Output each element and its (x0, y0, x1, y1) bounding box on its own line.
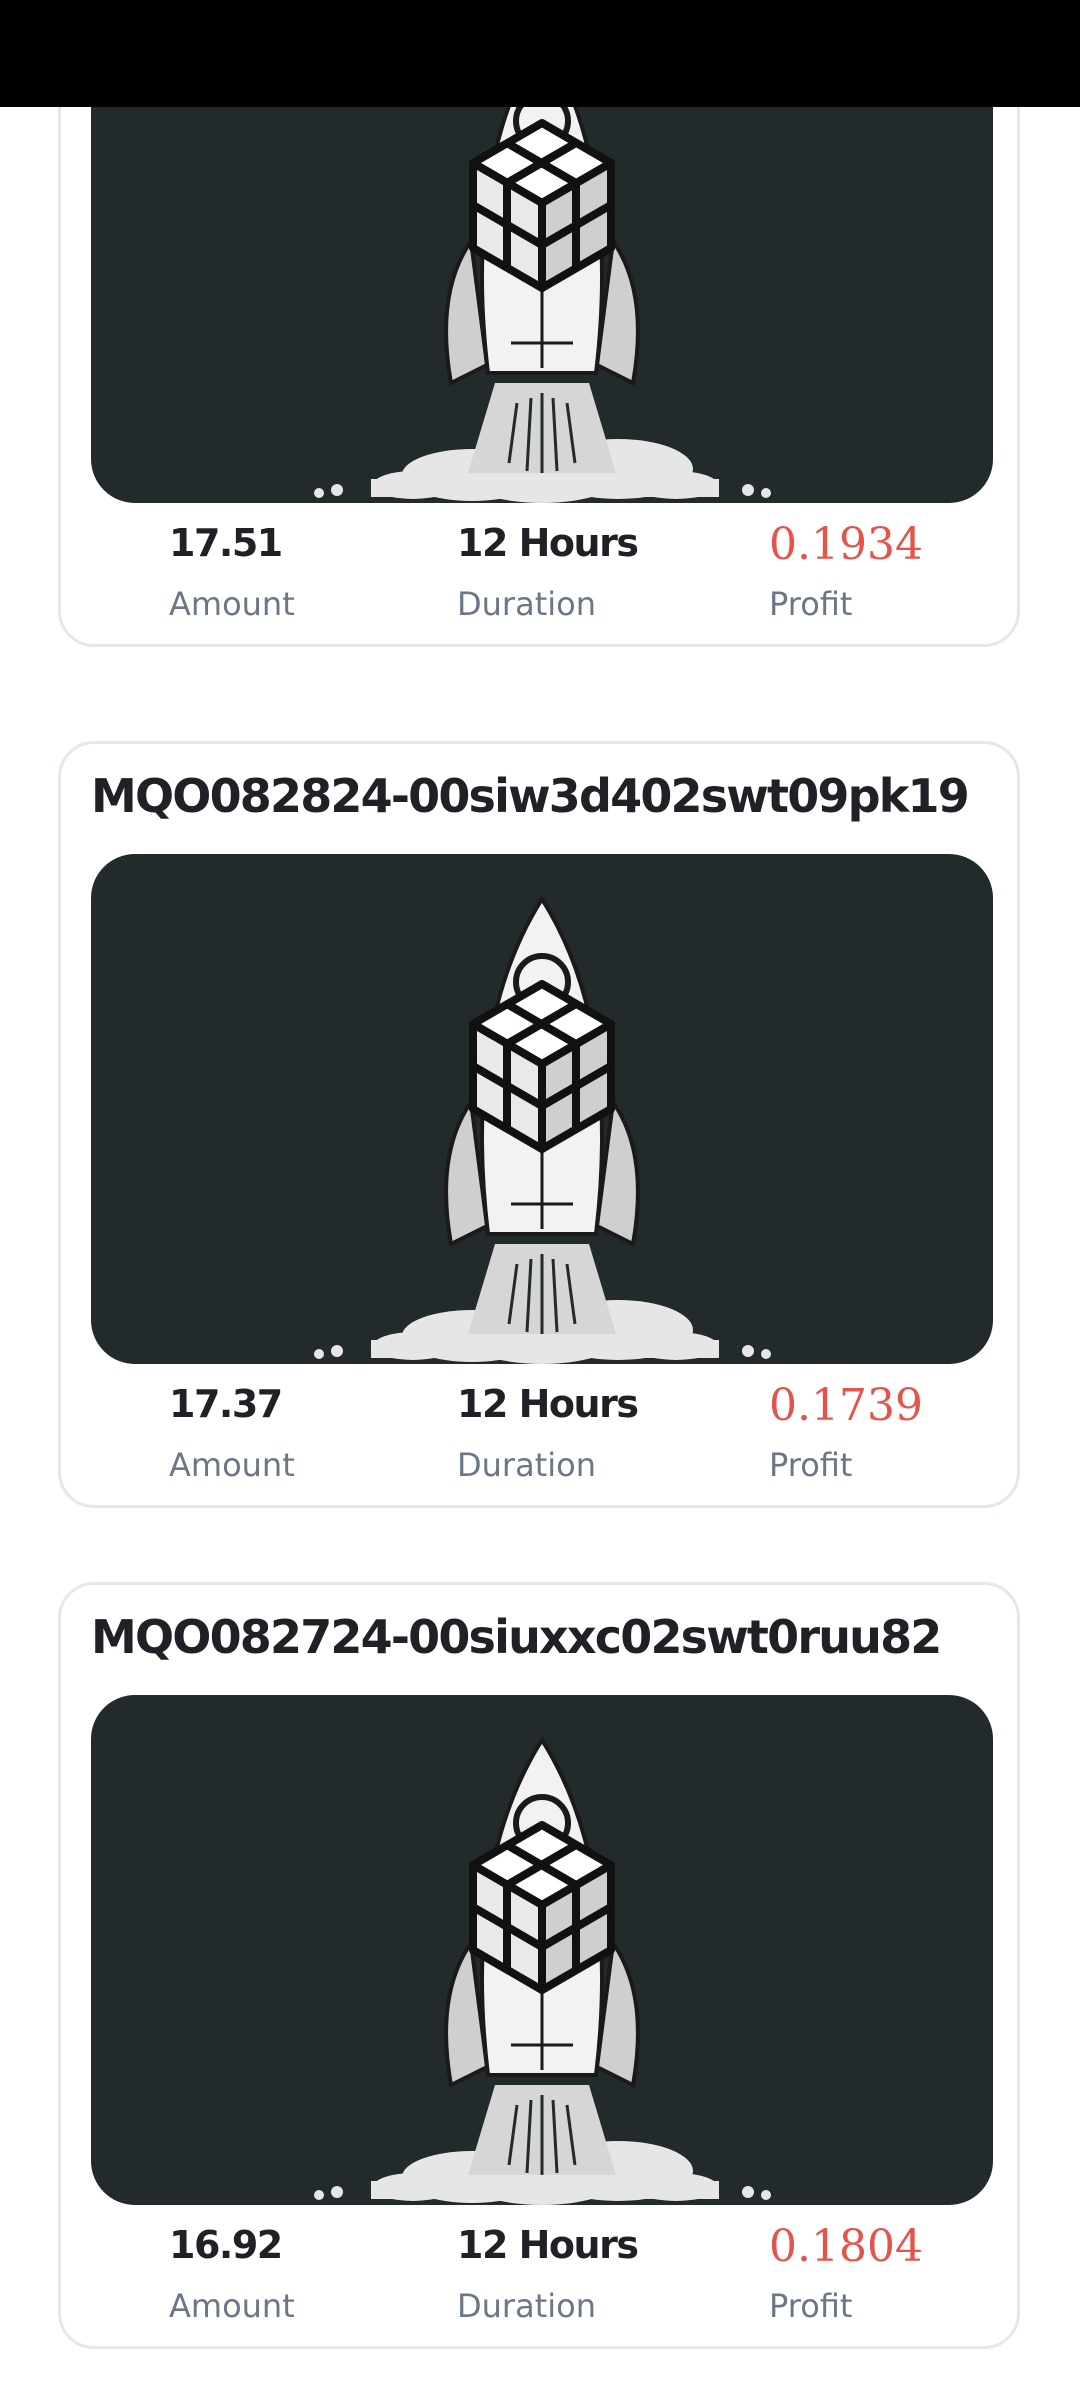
rocket-with-cube-icon (91, 854, 993, 1364)
rocket-with-cube-icon (91, 1695, 993, 2205)
order-list[interactable]: 17.51 Amount 12 Hours Duration 0.1934 Pr… (0, 0, 1080, 2400)
order-thumbnail (91, 854, 993, 1364)
amount-label: Amount (169, 2287, 295, 2325)
order-thumbnail (91, 1695, 993, 2205)
amount-value: 16.92 (169, 2223, 283, 2267)
status-bar (0, 0, 1080, 107)
profit-label: Profit (769, 2287, 853, 2325)
order-card[interactable]: MQO082824-00siw3d402swt09pk19 17.37 Amou… (58, 741, 1020, 1508)
amount-label: Amount (169, 1446, 295, 1484)
profit-value: 0.1739 (769, 1380, 923, 1431)
order-id: MQO082824-00siw3d402swt09pk19 (91, 769, 970, 823)
amount-value: 17.51 (169, 521, 283, 565)
duration-value: 12 Hours (457, 1382, 639, 1426)
order-card[interactable]: MQO082724-00siuxxc02swt0ruu82 16.92 Amou… (58, 1582, 1020, 2349)
profit-value: 0.1934 (769, 519, 923, 570)
duration-label: Duration (457, 1446, 596, 1484)
amount-value: 17.37 (169, 1382, 283, 1426)
duration-label: Duration (457, 2287, 596, 2325)
order-id: MQO082724-00siuxxc02swt0ruu82 (91, 1610, 942, 1664)
profit-label: Profit (769, 585, 853, 623)
profit-label: Profit (769, 1446, 853, 1484)
duration-value: 12 Hours (457, 521, 639, 565)
profit-value: 0.1804 (769, 2221, 923, 2272)
amount-label: Amount (169, 585, 295, 623)
duration-value: 12 Hours (457, 2223, 639, 2267)
duration-label: Duration (457, 585, 596, 623)
